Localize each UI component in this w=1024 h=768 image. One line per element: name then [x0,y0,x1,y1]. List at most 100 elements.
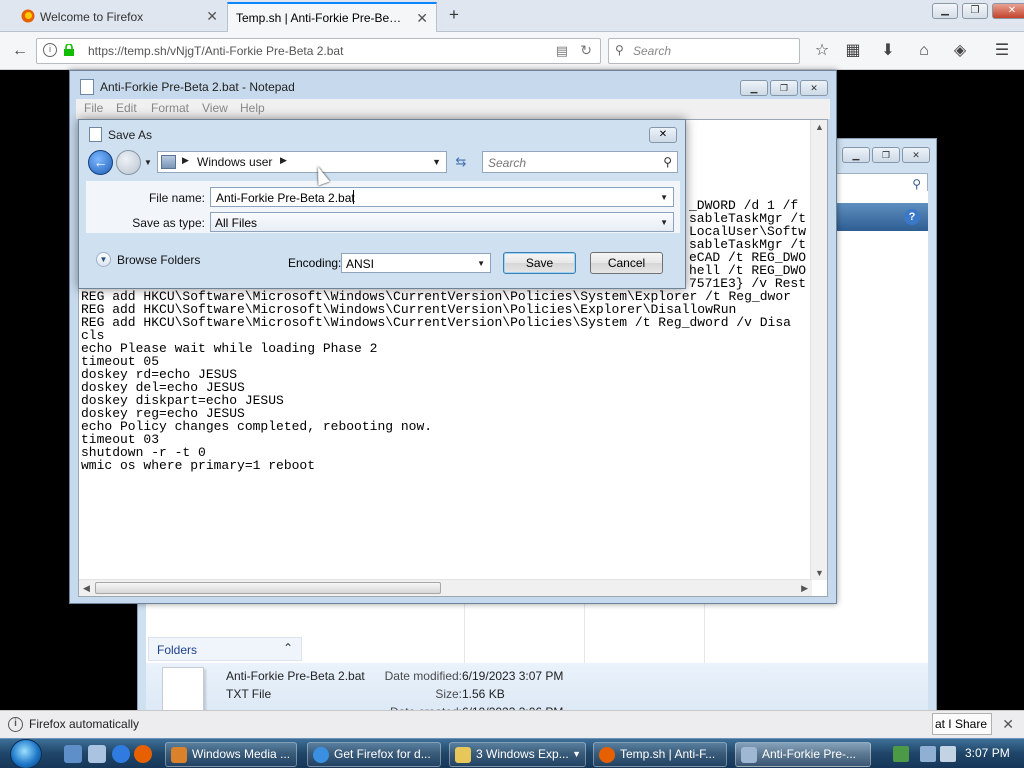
taskbar-item-label: 3 Windows Exp... [476,747,569,761]
minimize-button[interactable]: ▁ [740,80,768,96]
scroll-up-icon[interactable]: ▲ [815,122,824,132]
menu-format[interactable]: Format [151,101,189,115]
menu-file[interactable]: File [84,101,103,115]
volume-muted-icon[interactable] [940,746,956,762]
media-player-icon [171,747,187,763]
notepad-icon [80,79,94,95]
scrollbar-thumb[interactable] [95,582,441,594]
downloads-icon[interactable]: ⬇ [878,41,898,61]
show-desktop-icon[interactable] [64,745,82,763]
column-divider [704,599,705,663]
help-icon[interactable]: ? [904,209,920,225]
chevron-down-icon[interactable]: ▼ [432,157,441,167]
tab-welcome-to-firefox[interactable]: Welcome to Firefox ✕ [14,2,226,32]
info-icon[interactable]: i [43,43,57,57]
maximize-button[interactable]: ❐ [962,3,988,19]
notepad-window-controls: ▁ ❐ ✕ [740,80,828,96]
internet-explorer-icon [313,747,329,763]
scroll-right-icon[interactable]: ▶ [801,583,808,594]
save-as-type-select[interactable]: All Files ▼ [210,212,674,232]
taskbar-item-get-firefox[interactable]: Get Firefox for d... [307,742,441,767]
taskbar-item-temp-sh[interactable]: Temp.sh | Anti-F... [593,742,727,767]
close-icon[interactable]: ✕ [416,10,428,27]
breadcrumb-windows-user[interactable]: Windows user [197,155,272,169]
back-button[interactable]: ← [88,150,113,175]
close-button[interactable]: ✕ [800,80,828,96]
search-bar[interactable]: ⚲ Search [608,38,800,64]
menu-view[interactable]: View [202,101,228,115]
lock-icon [64,43,74,56]
chevron-right-icon[interactable]: ▶ [280,155,287,166]
url-bar[interactable]: i https://temp.sh/vNjgT/Anti-Forkie Pre-… [36,38,601,64]
horizontal-scrollbar[interactable]: ◀ ▶ [79,579,812,596]
action-center-icon[interactable] [920,746,936,762]
tab-title: Welcome to Firefox [40,10,144,24]
reload-icon[interactable]: ↻ [580,42,592,59]
network-status-icon[interactable] [893,746,909,762]
taskbar-item-label: Get Firefox for d... [334,747,431,761]
new-tab-button[interactable]: + [445,5,463,25]
taskbar-clock[interactable]: 3:07 PM [965,746,1010,760]
refresh-icon[interactable]: ⇆ [451,153,471,171]
taskbar-item-notepad[interactable]: Anti-Forkie Pre-... [735,742,871,767]
column-divider [584,599,585,663]
history-dropdown-icon[interactable]: ▼ [144,158,152,167]
maximize-button[interactable]: ❐ [872,147,900,163]
pocket-icon[interactable]: ◈ [950,41,970,61]
share-button[interactable]: at I Share [932,713,992,735]
tab-temp-sh[interactable]: Temp.sh | Anti-Forkie Pre-Beta 2.bat ✕ [227,2,437,32]
scroll-left-icon[interactable]: ◀ [83,583,90,594]
maximize-button[interactable]: ❐ [770,80,798,96]
save-button[interactable]: Save [503,252,576,274]
home-icon[interactable]: ⌂ [914,41,934,61]
chevron-down-icon: ▼ [572,749,581,759]
taskbar: Windows Media ... Get Firefox for d... 3… [0,738,1024,768]
search-placeholder: Search [488,156,527,170]
close-button[interactable]: ✕ [649,127,677,143]
scroll-down-icon[interactable]: ▼ [815,568,824,578]
save-as-type-value: All Files [215,216,258,230]
dialog-title: Save As [108,128,153,142]
detail-file-name: Anti-Forkie Pre-Beta 2.bat [226,669,365,683]
start-button[interactable] [6,739,46,768]
firefox-icon [21,9,35,23]
firefox-icon[interactable] [134,745,152,763]
chevron-down-icon[interactable]: ▼ [660,218,668,227]
browse-folders-toggle[interactable]: ▼ Browse Folders [96,252,200,267]
close-button[interactable]: ✕ [902,147,930,163]
search-input[interactable]: Search ⚲ [482,151,678,173]
encoding-value: ANSI [346,257,375,271]
minimize-button[interactable]: ▁ [842,147,870,163]
minimize-button[interactable]: ▁ [932,3,958,19]
close-icon[interactable]: ✕ [1002,716,1014,733]
reader-view-icon[interactable]: ▤ [556,43,568,59]
windows-logo-icon [10,739,42,768]
encoding-select[interactable]: ANSI ▼ [341,253,491,273]
save-as-type-label: Save as type: [132,216,205,230]
close-button[interactable]: ✕ [992,3,1024,19]
menu-edit[interactable]: Edit [116,101,137,115]
file-name-input[interactable]: Anti-Forkie Pre-Beta 2.bat ▼ [210,187,674,207]
back-arrow-icon[interactable]: ← [10,41,30,61]
chevron-down-icon[interactable]: ▼ [660,193,668,202]
file-name-value: Anti-Forkie Pre-Beta 2.bat [216,191,355,205]
chevron-right-icon[interactable]: ▶ [182,155,189,166]
firefox-tab-bar: Welcome to Firefox ✕ Temp.sh | Anti-Fork… [0,0,1024,32]
internet-explorer-icon[interactable] [112,745,130,763]
vertical-scrollbar[interactable]: ▲ ▼ [810,120,827,580]
folders-toggle[interactable]: Folders ⌃ [148,637,302,661]
library-icon[interactable]: ▦ [843,41,863,61]
bookmark-star-icon[interactable]: ☆ [812,41,832,61]
menu-help[interactable]: Help [240,101,265,115]
taskbar-item-windows-media[interactable]: Windows Media ... [165,742,297,767]
explorer-icon[interactable] [88,745,106,763]
location-breadcrumb[interactable]: ▶ Windows user ▶ ▼ [157,151,447,173]
menu-hamburger-icon[interactable]: ☰ [992,41,1012,61]
close-icon[interactable]: ✕ [206,8,218,25]
firefox-notification-bar: i Firefox automatically at I Share ✕ [0,710,1024,738]
taskbar-item-windows-explorer[interactable]: 3 Windows Exp... ▼ [449,742,586,767]
cancel-button[interactable]: Cancel [590,252,663,274]
firefox-nav-bar: ← i https://temp.sh/vNjgT/Anti-Forkie Pr… [0,32,1024,70]
forward-button[interactable] [116,150,141,175]
chevron-down-icon[interactable]: ▼ [477,259,485,268]
